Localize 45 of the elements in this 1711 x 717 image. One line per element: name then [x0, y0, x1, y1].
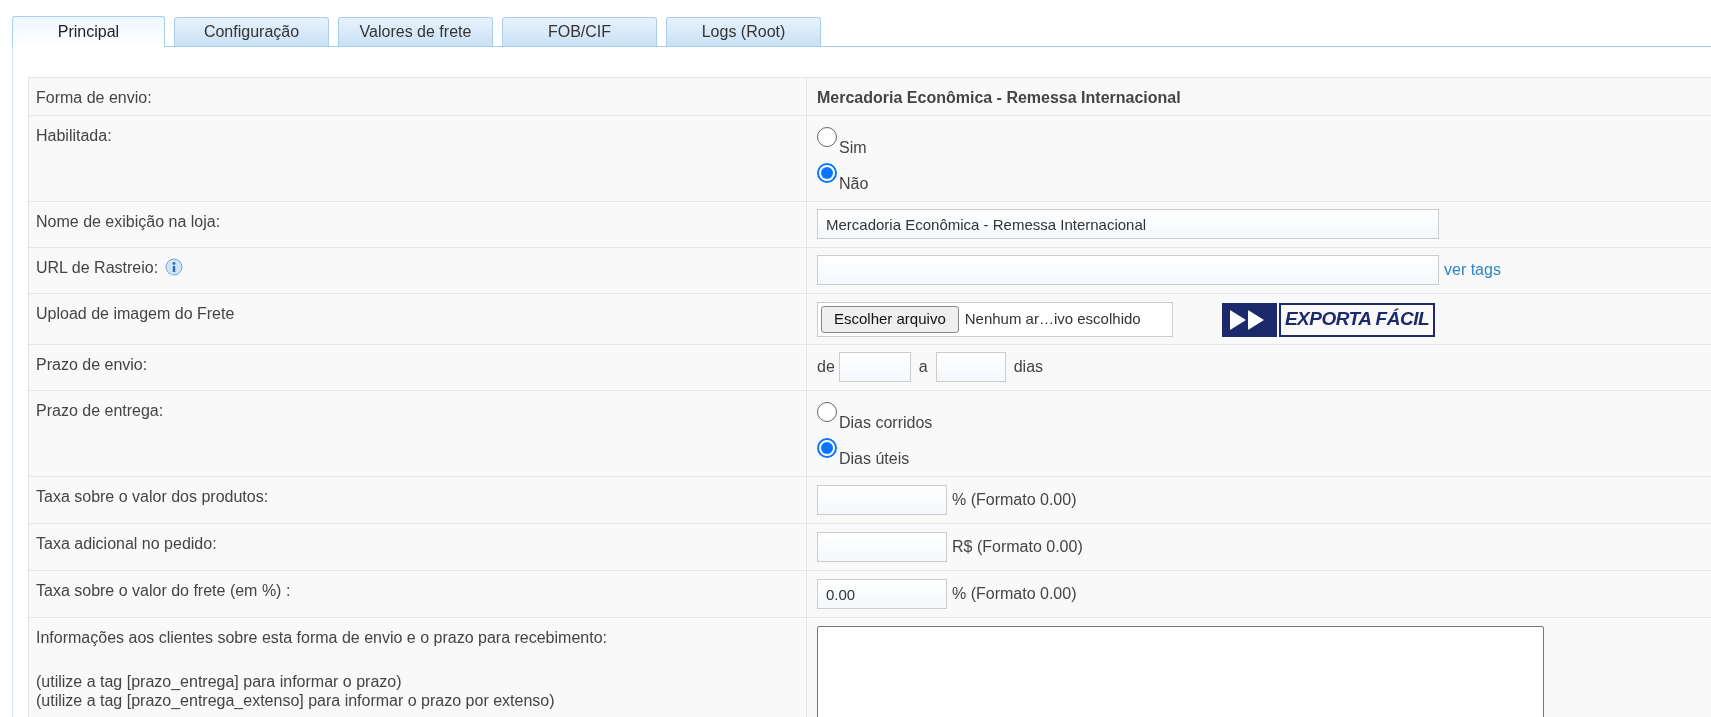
field-label: Taxa sobre o valor dos produtos: [36, 487, 269, 507]
tab[interactable]: FOB/CIF [502, 17, 657, 46]
tab[interactable]: Logs (Root) [666, 17, 821, 46]
field-label: Prazo de envio: [36, 355, 148, 375]
field-value: Mercadoria Econômica - Remessa Internacional [817, 89, 1181, 106]
radio-button[interactable] [817, 438, 837, 458]
text-area[interactable] [817, 626, 1544, 717]
radio-label: Dias úteis [839, 449, 910, 469]
logo: EXPORTA FÁCIL [1222, 302, 1435, 337]
field-label: Informações aos clientes sobre esta forma de envio e o prazo para recebimento: [36, 628, 607, 648]
radio-button[interactable] [817, 127, 837, 147]
input-field[interactable] [817, 485, 947, 515]
field-label: Prazo de entrega: [36, 401, 164, 421]
format-hint: % (Formato 0.00) [952, 584, 1077, 604]
hint-text: (utilize a tag [prazo_entrega] para informar o prazo) [36, 672, 403, 691]
radio-label: Não [839, 174, 869, 194]
format-hint: R$ (Formato 0.00) [952, 537, 1083, 557]
field-label: Habilitada: [36, 126, 112, 146]
file-input[interactable]: Escolher arquivo Nenhum ar…ivo escolhido [817, 302, 1173, 337]
input-field[interactable] [817, 255, 1439, 285]
range-label: de [817, 357, 835, 377]
link[interactable]: ver tags [1444, 258, 1501, 282]
field-label: Forma de envio: [36, 88, 152, 108]
tab[interactable]: Configuração [174, 17, 329, 46]
info-icon[interactable] [164, 258, 185, 278]
radio-button[interactable] [817, 402, 837, 422]
field-label: URL de Rastreio: [36, 258, 159, 278]
field-label: Taxa adicional no pedido: [36, 534, 217, 554]
range-label: a [918, 357, 928, 377]
format-hint: % (Formato 0.00) [952, 490, 1077, 510]
radio-button[interactable] [817, 163, 837, 183]
input-field[interactable]: 0.00 [817, 579, 947, 609]
field-label: Nome de exibição na loja: [36, 212, 221, 232]
tab[interactable]: Valores de frete [338, 17, 493, 46]
field-label: Upload de imagem do Frete [36, 304, 235, 324]
hint-text: (utilize a tag [prazo_entrega_extenso] para informar o prazo por extenso) [36, 691, 556, 710]
input-field[interactable]: Mercadoria Econômica - Remessa Internacional [817, 209, 1439, 239]
input-field[interactable] [817, 532, 947, 562]
radio-label: Sim [839, 138, 867, 158]
input-field[interactable] [935, 352, 1006, 382]
input-field[interactable] [838, 352, 911, 382]
range-label: dias [1013, 357, 1044, 377]
field-label: Taxa sobre o valor do frete (em %) : [36, 581, 291, 601]
tab[interactable]: Principal [12, 16, 165, 47]
radio-label: Dias corridos [839, 413, 933, 433]
